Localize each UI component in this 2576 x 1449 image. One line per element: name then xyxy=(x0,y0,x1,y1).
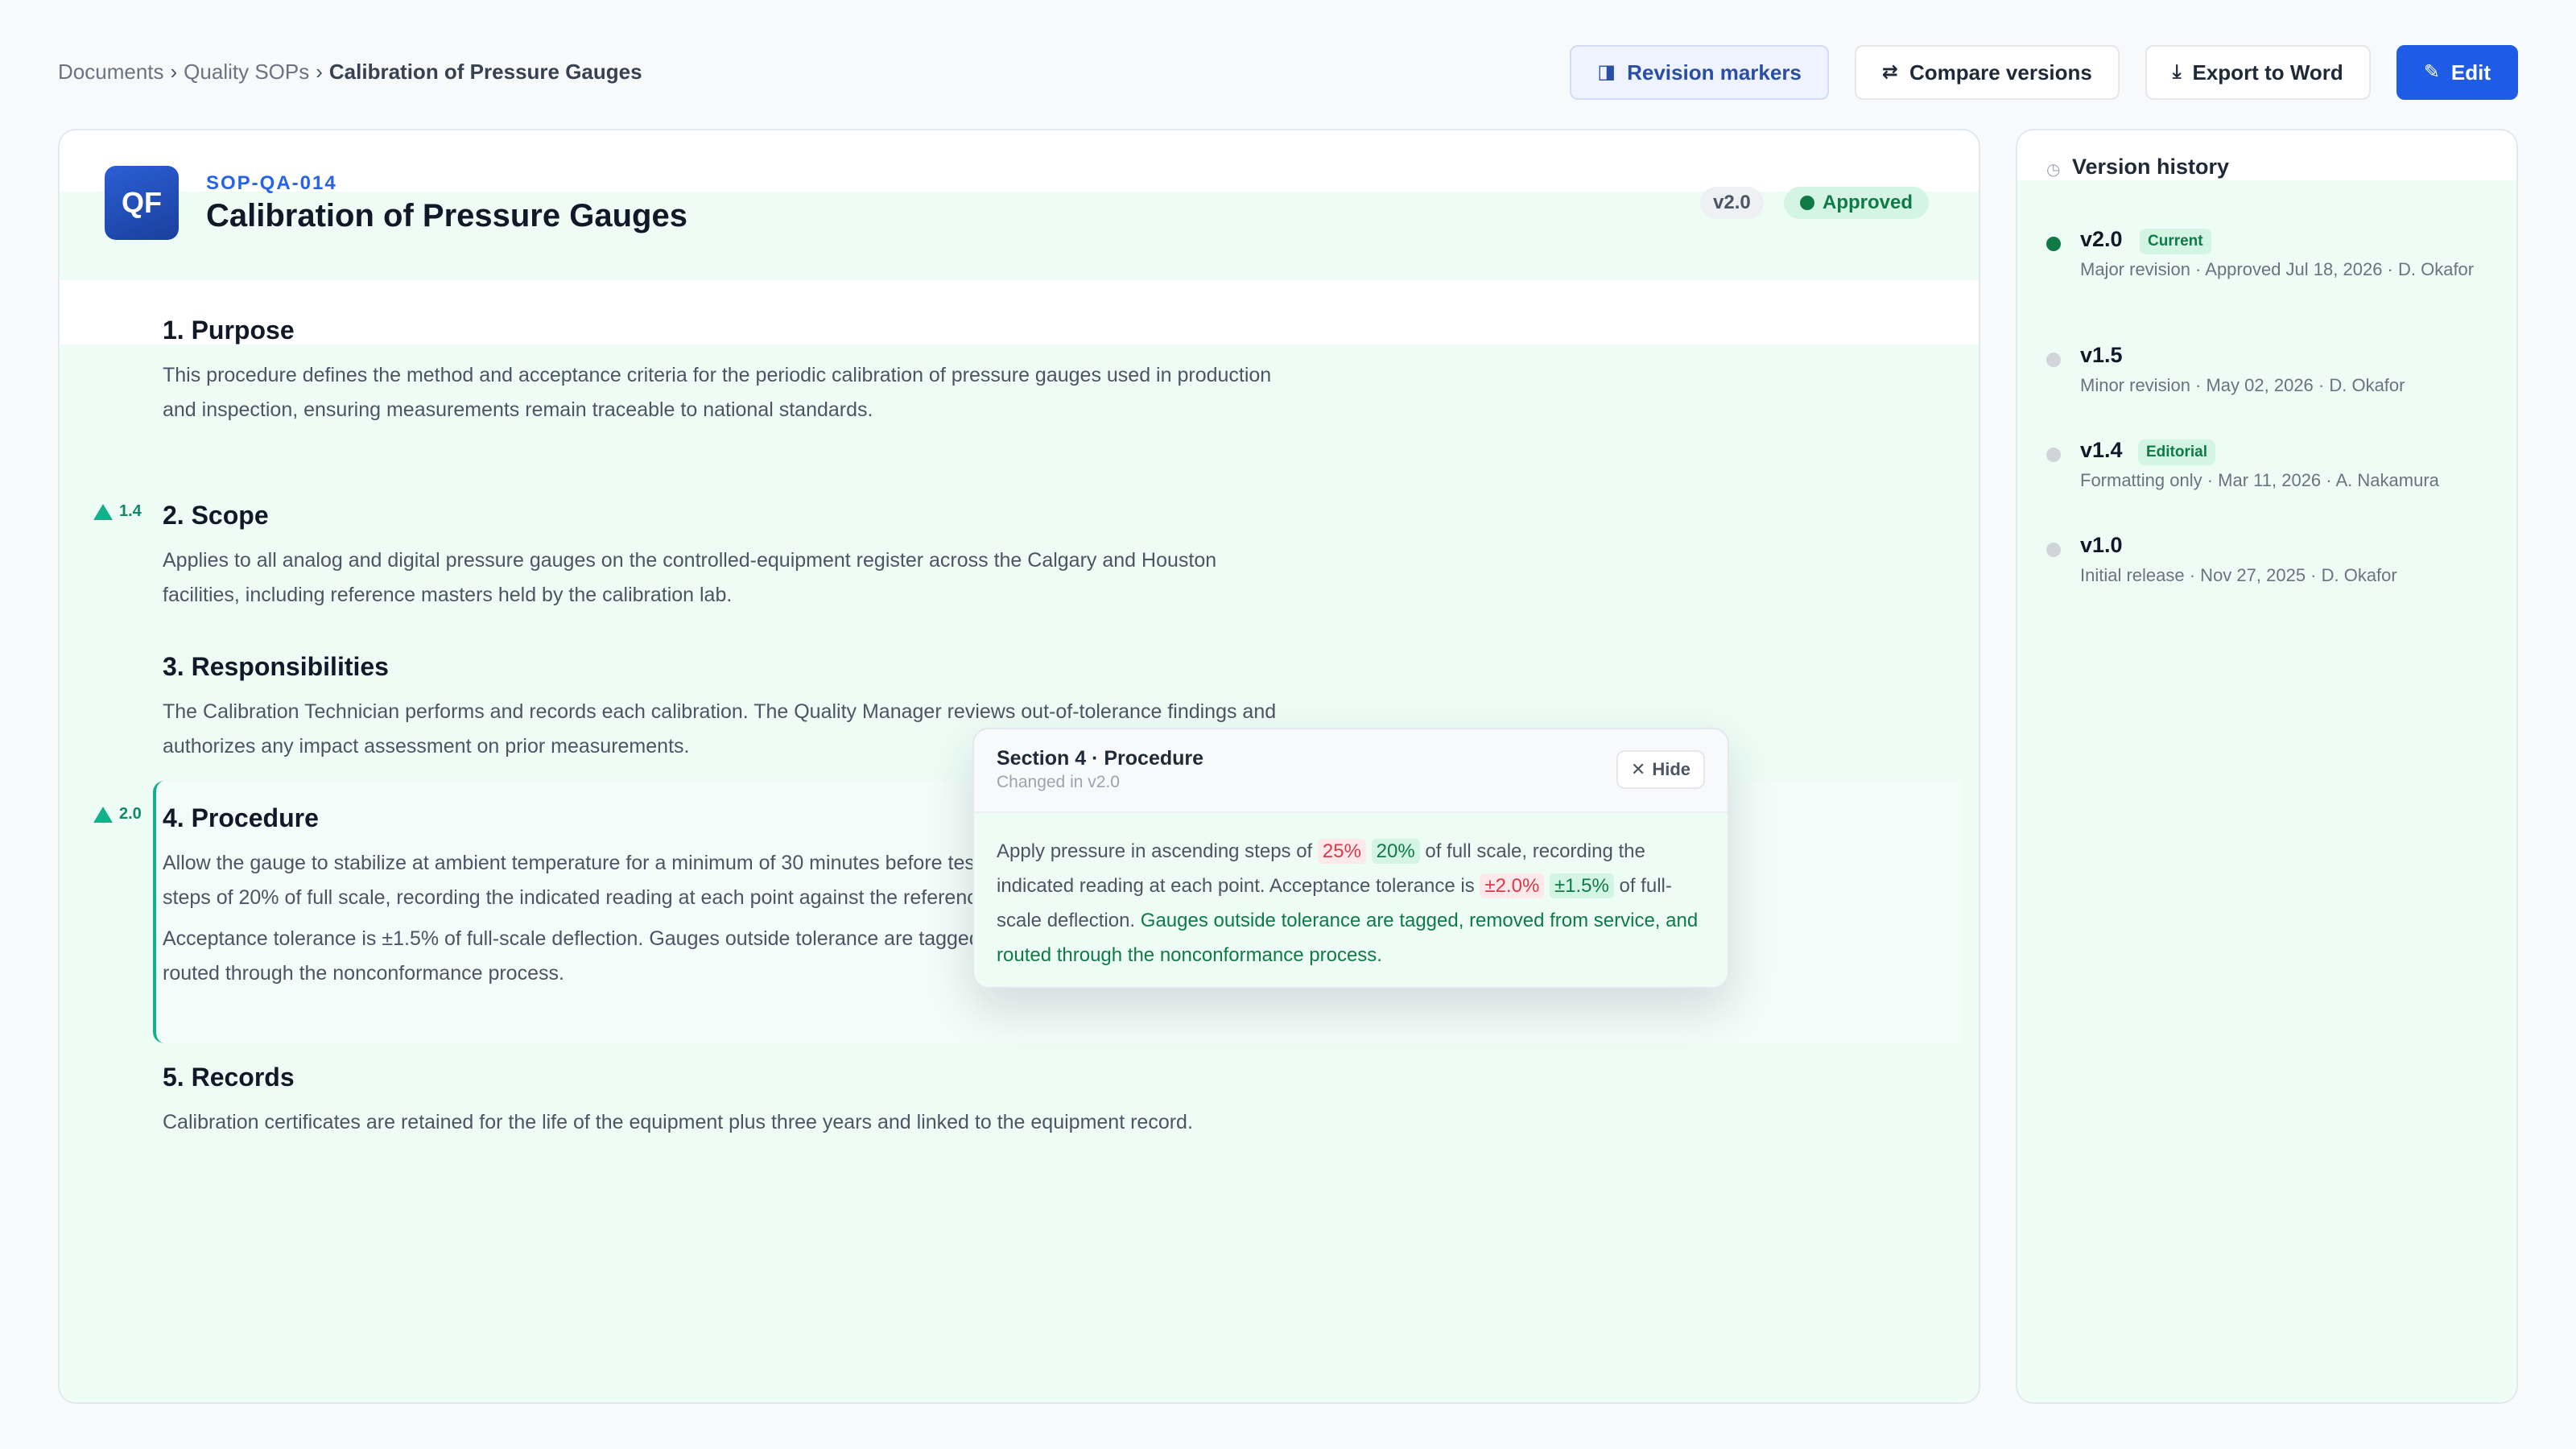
status-dot-icon xyxy=(1800,196,1814,210)
pencil-icon: ✎ xyxy=(2423,61,2440,83)
version-history-panel: ◷ Version history v2.0 Current Major rev… xyxy=(2016,129,2518,1404)
popover-title: Section 4 · Procedure xyxy=(997,747,1204,770)
revision-triangle-icon xyxy=(93,806,113,823)
breadcrumb-current: Calibration of Pressure Gauges xyxy=(328,60,642,84)
section-records: 5. Records Calibration certificates are … xyxy=(163,1063,1290,1140)
status-badge: Approved xyxy=(1784,187,1930,219)
version-history-header: ◷ Version history xyxy=(2017,130,2516,180)
section-text: This procedure defines the method and ac… xyxy=(163,364,1272,421)
version-chip: v2.0 xyxy=(1700,187,1764,219)
breadcrumb-separator: › xyxy=(316,60,323,84)
document-code: SOP-QA-014 xyxy=(206,172,337,194)
version-description: Major revision · Approved Jul 18, 2026 ·… xyxy=(2080,259,2475,279)
version-number: v1.0 xyxy=(2080,533,2123,557)
section-heading: 5. Records xyxy=(163,1063,295,1092)
version-history-title: Version history xyxy=(2072,155,2230,179)
revision-marker-scope[interactable]: 1.4 xyxy=(93,502,142,521)
version-number: v1.4 xyxy=(2080,438,2123,462)
revision-marker-procedure[interactable]: 2.0 xyxy=(93,805,142,824)
version-badge: Editorial xyxy=(2138,440,2216,465)
diff-deletion: ±2.0% xyxy=(1480,873,1545,898)
hide-popover-button[interactable]: ✕ Hide xyxy=(1616,750,1705,789)
diff-text: Apply pressure in ascending steps of xyxy=(997,840,1313,862)
breadcrumb: Documents › Quality SOPs › Calibration of Pr… xyxy=(58,60,642,85)
clock-icon: ◷ xyxy=(2046,161,2061,179)
version-badge: Current xyxy=(2140,229,2211,254)
revision-markers-button[interactable]: ◨ Revision markers xyxy=(1570,45,1829,100)
version-number: v2.0 xyxy=(2080,227,2123,251)
version-dot-icon xyxy=(2046,448,2061,462)
download-icon: ⤓ xyxy=(2172,61,2182,83)
version-dot-icon xyxy=(2046,543,2061,557)
diff-insertion: 20% xyxy=(1371,839,1420,864)
revision-marker-version: 2.0 xyxy=(119,805,142,823)
diff-insertion: ±1.5% xyxy=(1549,873,1614,898)
section-heading: 1. Purpose xyxy=(163,316,295,345)
breadcrumb-separator: › xyxy=(170,60,178,84)
document-header-band xyxy=(60,130,1979,192)
revision-marker-version: 1.4 xyxy=(119,502,142,520)
version-description: Formatting only · Mar 11, 2026 · A. Naka… xyxy=(2080,470,2439,490)
popover-subtitle: Changed in v2.0 xyxy=(997,773,1120,791)
hide-label: Hide xyxy=(1652,759,1690,779)
change-popover: Section 4 · Procedure Changed in v2.0 ✕ … xyxy=(972,728,1729,989)
top-bar: Documents › Quality SOPs › Calibration of Pr… xyxy=(58,45,2518,100)
status-label: Approved xyxy=(1823,192,1913,213)
version-number: v1.5 xyxy=(2080,343,2123,367)
revision-markers-label: Revision markers xyxy=(1627,60,1802,85)
section-heading: 2. Scope xyxy=(163,501,269,530)
export-word-label: Export to Word xyxy=(2192,60,2343,85)
compare-arrows-icon: ⇄ xyxy=(1881,61,1899,83)
org-logo: QF xyxy=(105,166,179,240)
section-purpose: 1. Purpose This procedure defines the me… xyxy=(163,316,1290,427)
revision-triangle-icon xyxy=(93,503,113,520)
current-version-dot-icon xyxy=(2046,237,2061,251)
document-title: Calibration of Pressure Gauges xyxy=(206,198,687,233)
popover-header: Section 4 · Procedure Changed in v2.0 ✕ … xyxy=(974,729,1728,813)
version-dot-icon xyxy=(2046,353,2061,367)
toolbar-actions: ◨ Revision markers ⇄ Compare versions ⤓ … xyxy=(1570,45,2518,100)
compare-versions-label: Compare versions xyxy=(1909,60,2092,85)
breadcrumb-documents[interactable]: Documents xyxy=(58,60,164,84)
diff-deletion: 25% xyxy=(1317,839,1366,864)
version-description: Initial release · Nov 27, 2025 · D. Okaf… xyxy=(2080,565,2397,585)
popover-diff: Apply pressure in ascending steps of 25%… xyxy=(974,813,1728,987)
compare-versions-button[interactable]: ⇄ Compare versions xyxy=(1854,45,2120,100)
version-description: Minor revision · May 02, 2026 · D. Okafo… xyxy=(2080,375,2405,395)
section-text: Applies to all analog and digital pressu… xyxy=(163,549,1217,606)
edit-button[interactable]: ✎ Edit xyxy=(2396,45,2518,100)
breadcrumb-quality-sops[interactable]: Quality SOPs xyxy=(184,60,309,84)
section-scope: 2. Scope Applies to all analog and digit… xyxy=(163,501,1290,613)
section-heading: 3. Responsibilities xyxy=(163,652,389,681)
edit-label: Edit xyxy=(2450,60,2491,85)
section-text: Calibration certificates are retained fo… xyxy=(163,1111,1193,1133)
close-icon: ✕ xyxy=(1630,759,1646,779)
export-word-button[interactable]: ⤓ Export to Word xyxy=(2145,45,2371,100)
revision-markers-icon: ◨ xyxy=(1597,61,1616,83)
